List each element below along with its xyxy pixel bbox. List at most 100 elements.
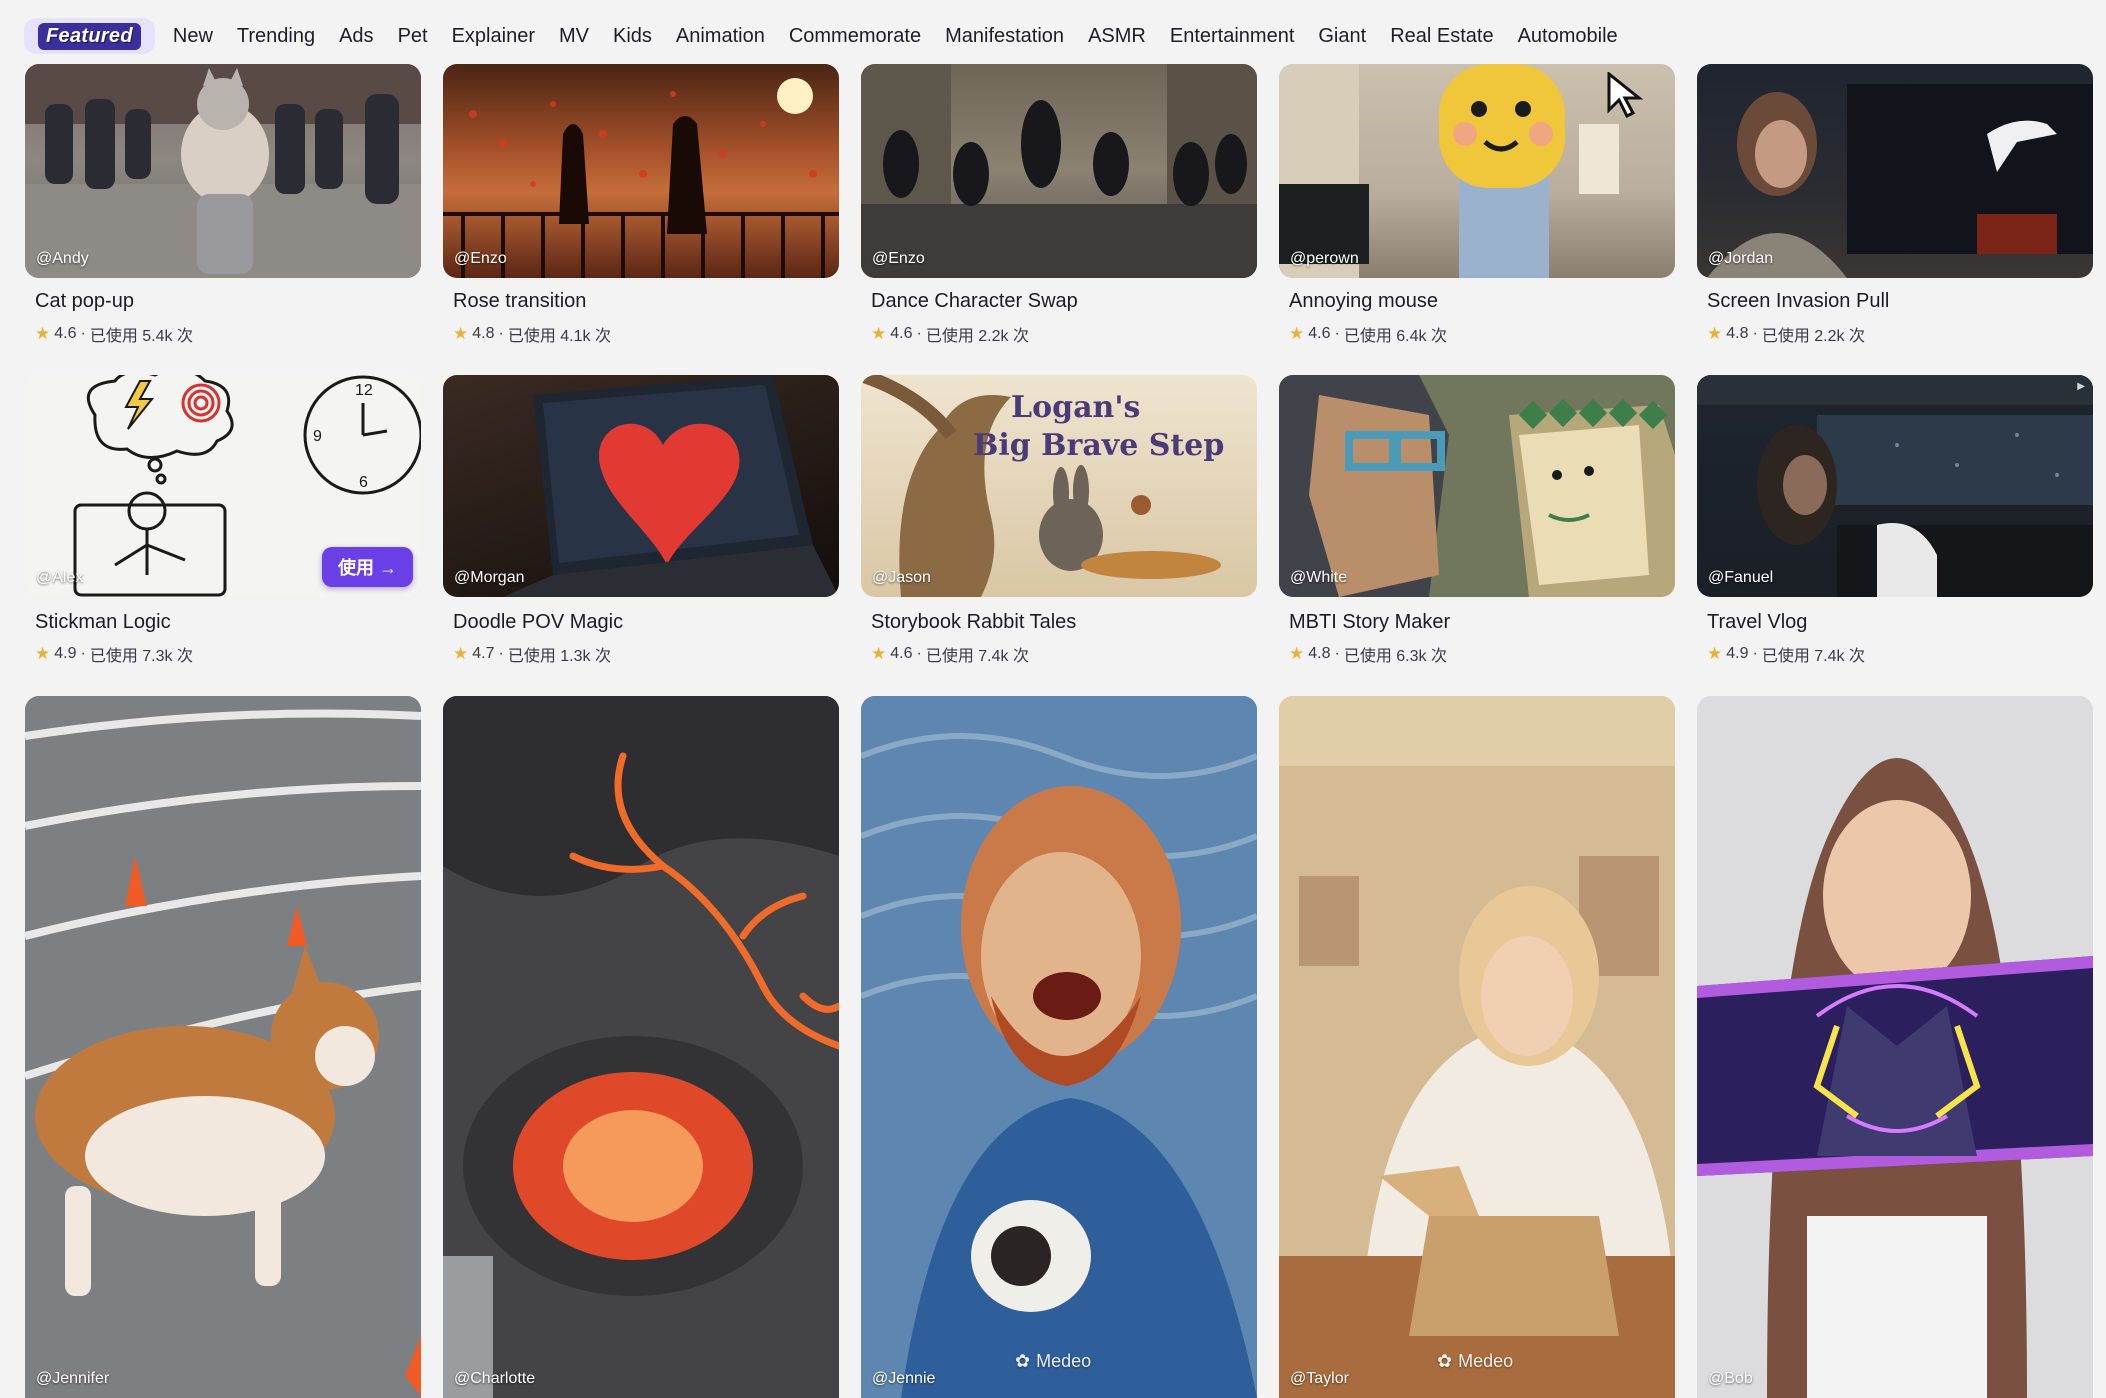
star-icon: ★ <box>35 324 51 343</box>
medeo-logo-icon: ✿ <box>1015 1351 1031 1371</box>
video-thumbnail[interactable]: 12 9 6 @Alex 使用 → <box>25 375 421 597</box>
video-thumbnail[interactable]: @perown <box>1279 64 1675 278</box>
separator: · <box>1334 325 1340 342</box>
star-icon: ★ <box>871 324 887 343</box>
watermark-text: Medeo <box>1458 1351 1514 1371</box>
template-title[interactable]: Travel Vlog <box>1707 611 1807 634</box>
rating: 4.6 <box>1308 325 1331 342</box>
template-title[interactable]: Cat pop-up <box>35 290 134 313</box>
medeo-logo-icon: ✿ <box>1437 1351 1453 1371</box>
template-meta: ★ 4.9 · 已使用 7.3k 次 <box>35 642 193 666</box>
author-handle: @Taylor <box>1290 1370 1349 1387</box>
unboxing-scene <box>1279 696 1675 1398</box>
rating: 4.9 <box>54 645 77 662</box>
rose-transition-scene <box>443 78 839 278</box>
author-handle: @Andy <box>36 250 89 267</box>
travel-vlog-scene <box>1697 375 2093 597</box>
template-meta: ★ 4.9 · 已使用 7.4k 次 <box>1707 642 1865 666</box>
transform-scene <box>1697 696 2093 1398</box>
video-thumbnail[interactable]: @Jennifer <box>25 696 421 1398</box>
usage-count: 已使用 7.4k 次 <box>925 648 1029 665</box>
video-thumbnail[interactable]: @Charlotte <box>443 696 839 1398</box>
video-thumbnail[interactable]: ✿ Medeo @Jennie <box>861 696 1257 1398</box>
watermark: ✿ Medeo <box>1437 1351 1513 1372</box>
template-title[interactable]: Annoying mouse <box>1289 290 1438 313</box>
usage-count: 已使用 5.4k 次 <box>89 328 193 345</box>
author-handle: @Jennie <box>872 1370 936 1387</box>
storybook-title-line1: Logan's <box>1011 390 1140 425</box>
star-icon: ★ <box>35 644 51 663</box>
template-meta: ★ 4.6 · 已使用 7.4k 次 <box>871 642 1029 666</box>
separator: · <box>916 645 922 662</box>
separator: · <box>916 325 922 342</box>
dance-swap-scene <box>861 64 1257 278</box>
author-handle: @Jason <box>872 569 931 586</box>
star-icon: ★ <box>871 644 887 663</box>
video-thumbnail[interactable]: @White <box>1279 375 1675 597</box>
rating: 4.6 <box>890 325 913 342</box>
template-meta: ★ 4.8 · 已使用 4.1k 次 <box>453 322 611 346</box>
painted-portrait-scene <box>861 696 1257 1398</box>
template-meta: ★ 4.7 · 已使用 1.3k 次 <box>453 642 611 666</box>
svg-text:12: 12 <box>355 382 373 399</box>
video-thumbnail[interactable]: @Enzo <box>861 64 1257 278</box>
separator: · <box>1752 645 1758 662</box>
screen-invasion-scene <box>1707 84 2093 278</box>
svg-text:6: 6 <box>359 474 368 491</box>
separator: · <box>80 645 86 662</box>
video-thumbnail[interactable]: @Morgan <box>443 375 839 597</box>
rating: 4.6 <box>890 645 913 662</box>
template-title[interactable]: Rose transition <box>453 290 586 313</box>
author-handle: @White <box>1290 569 1348 586</box>
author-handle: @perown <box>1290 250 1359 267</box>
star-icon: ★ <box>1707 644 1723 663</box>
video-thumbnail[interactable]: ▶ @Fanuel <box>1697 375 2093 597</box>
video-thumbnail[interactable]: @Bob <box>1697 696 2093 1398</box>
mouse-pointer-icon <box>1607 72 1644 119</box>
star-icon: ★ <box>453 324 469 343</box>
mbti-scene <box>1279 375 1675 597</box>
template-meta: ★ 4.8 · 已使用 2.2k 次 <box>1707 322 1865 346</box>
rating: 4.8 <box>1726 325 1749 342</box>
star-icon: ★ <box>1289 324 1305 343</box>
author-handle: @Bob <box>1708 1370 1753 1387</box>
template-title[interactable]: Screen Invasion Pull <box>1707 290 1889 313</box>
template-title[interactable]: Dance Character Swap <box>871 290 1078 313</box>
storybook-scene: Logan's Big Brave Step <box>861 375 1224 597</box>
author-handle: @Enzo <box>454 250 507 267</box>
template-title[interactable]: Storybook Rabbit Tales <box>871 611 1076 634</box>
usage-count: 已使用 7.3k 次 <box>89 648 193 665</box>
star-icon: ★ <box>453 644 469 663</box>
template-meta: ★ 4.8 · 已使用 6.3k 次 <box>1289 642 1447 666</box>
usage-count: 已使用 4.1k 次 <box>507 328 611 345</box>
author-handle: @Alex <box>36 569 84 586</box>
usage-count: 已使用 6.4k 次 <box>1343 328 1447 345</box>
video-thumbnail[interactable]: Logan's Big Brave Step @Jason <box>861 375 1257 597</box>
author-handle: @Jordan <box>1708 250 1774 267</box>
watermark-text: Medeo <box>1036 1351 1092 1371</box>
video-thumbnail[interactable]: ✿ Medeo @Taylor <box>1279 696 1675 1398</box>
rating: 4.6 <box>54 325 77 342</box>
cat-popup-scene <box>25 64 421 278</box>
video-thumbnail[interactable]: @Jordan <box>1697 64 2093 278</box>
video-thumbnail[interactable]: @Enzo <box>443 64 839 278</box>
template-title[interactable]: Stickman Logic <box>35 611 171 634</box>
star-icon: ★ <box>1289 644 1305 663</box>
use-template-button[interactable]: 使用 → <box>321 547 413 587</box>
template-meta: ★ 4.6 · 已使用 2.2k 次 <box>871 322 1029 346</box>
corner-logo-icon: ▶ <box>2077 381 2085 392</box>
star-icon: ★ <box>1707 324 1723 343</box>
template-grid: @Andy Cat pop-up ★ 4.6 · 已使用 5.4k 次 @Enz… <box>0 0 2106 1398</box>
rating: 4.9 <box>1726 645 1749 662</box>
template-title[interactable]: MBTI Story Maker <box>1289 611 1450 634</box>
usage-count: 已使用 7.4k 次 <box>1761 648 1865 665</box>
template-title[interactable]: Doodle POV Magic <box>453 611 623 634</box>
author-handle: @Enzo <box>872 250 925 267</box>
author-handle: @Fanuel <box>1708 569 1774 586</box>
separator: · <box>1334 645 1340 662</box>
author-handle: @Morgan <box>454 569 525 586</box>
watermark: ✿ Medeo <box>1015 1351 1091 1372</box>
template-meta: ★ 4.6 · 已使用 5.4k 次 <box>35 322 193 346</box>
video-thumbnail[interactable]: @Andy <box>25 64 421 278</box>
template-meta: ★ 4.6 · 已使用 6.4k 次 <box>1289 322 1447 346</box>
